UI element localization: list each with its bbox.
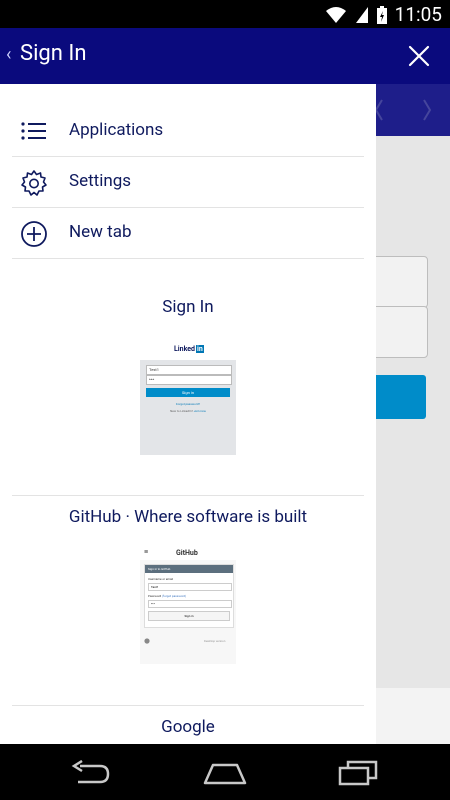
thumbnail-username-label: Username or email <box>148 577 174 581</box>
linkedin-logo-badge: in <box>195 345 204 353</box>
status-icons: 11:05 <box>325 3 442 26</box>
thumbnail-join-link: Join now <box>193 409 206 413</box>
linkedin-logo-text: Linked <box>174 345 195 353</box>
status-time: 11:05 <box>394 3 442 26</box>
background-footer <box>376 688 450 744</box>
thumbnail-password-label: Password (forgot password) <box>148 594 186 598</box>
gear-icon <box>21 170 47 196</box>
background-toolbar <box>374 84 450 136</box>
system-navigation-bar <box>0 744 450 800</box>
thumbnail-join-text: New to LinkedIn? Join now <box>140 409 236 413</box>
tab-thumbnail[interactable]: Linked in Test1 *** Sign in Forgot passwo… <box>140 338 236 455</box>
thumbnail-join-prompt: New to LinkedIn? <box>170 409 193 413</box>
tab-thumbnail[interactable]: ≡ GitHub Sign in to GitHub Username or e… <box>140 547 236 664</box>
thumbnail-password-field: *** <box>148 600 232 608</box>
app-bar: ‹ Sign In <box>0 28 450 84</box>
list-icon <box>21 122 46 140</box>
menu-item-label: Settings <box>69 171 132 191</box>
thumbnail-password-label-text: Password <box>148 594 162 598</box>
tab-card-title: Sign In <box>162 297 214 317</box>
thumbnail-password-field: *** <box>146 375 232 385</box>
signal-icon <box>355 6 368 23</box>
thumbnail-forgot-link: Forgot password? <box>176 402 200 406</box>
github-octocat-icon <box>144 638 150 644</box>
thumbnail-form: Sign in to GitHub Username or email Test… <box>144 564 234 628</box>
plus-circle-icon <box>21 221 47 247</box>
close-icon[interactable] <box>408 45 430 67</box>
thumbnail-sign-in-button: Sign in <box>148 611 230 621</box>
thumbnail-header: ≡ GitHub <box>140 547 236 560</box>
thumbnail-button-label: Sign in <box>184 614 194 618</box>
tab-card-google[interactable]: Google <box>12 705 364 744</box>
thumbnail-form-header: Sign in to GitHub <box>145 565 233 573</box>
linkedin-logo: Linked in <box>174 345 204 353</box>
menu-item-label: Applications <box>69 120 164 140</box>
github-logo-text: GitHub <box>176 549 198 557</box>
thumbnail-password-value: *** <box>151 602 155 606</box>
thumbnail-button-label: Sign in <box>182 390 194 395</box>
battery-icon <box>376 5 387 24</box>
thumbnail-menu-icon: ≡ <box>144 548 149 556</box>
menu-item-applications[interactable]: Applications <box>12 106 364 157</box>
thumbnail-username-value: Test1 <box>149 367 159 372</box>
back-chevron-icon[interactable]: ‹ <box>6 44 11 65</box>
menu-item-label: New tab <box>69 222 132 242</box>
wifi-icon <box>325 6 346 23</box>
thumbnail-forgot-link: (forgot password) <box>162 594 187 598</box>
thumbnail-username-field: Test1 <box>146 365 232 375</box>
home-icon[interactable] <box>203 761 247 785</box>
thumbnail-password-value: *** <box>149 377 155 382</box>
recent-apps-icon[interactable] <box>338 760 378 786</box>
thumbnail-sign-in-button: Sign in <box>146 388 230 397</box>
tab-card-sign-in[interactable]: Sign In Linked in Test1 *** Sign in Forgo… <box>12 259 364 496</box>
tabs-drawer: Applications Settings New tab Sign In Li… <box>0 84 376 744</box>
menu-item-new-tab[interactable]: New tab <box>12 208 364 259</box>
thumbnail-footer-link: Desktop version <box>204 639 226 643</box>
page-title: Sign In <box>20 41 87 66</box>
background-nav-arrows-icon <box>374 99 432 121</box>
tab-card-title: Google <box>161 717 215 737</box>
back-icon[interactable] <box>70 760 112 786</box>
status-bar: 11:05 <box>0 0 450 28</box>
tab-card-github[interactable]: GitHub · Where software is built ≡ GitHu… <box>12 495 364 706</box>
tab-card-title: GitHub · Where software is built <box>68 507 308 527</box>
thumbnail-username-value: Test1 <box>151 585 159 589</box>
menu-item-settings[interactable]: Settings <box>12 157 364 208</box>
thumbnail-username-field: Test1 <box>148 583 232 591</box>
